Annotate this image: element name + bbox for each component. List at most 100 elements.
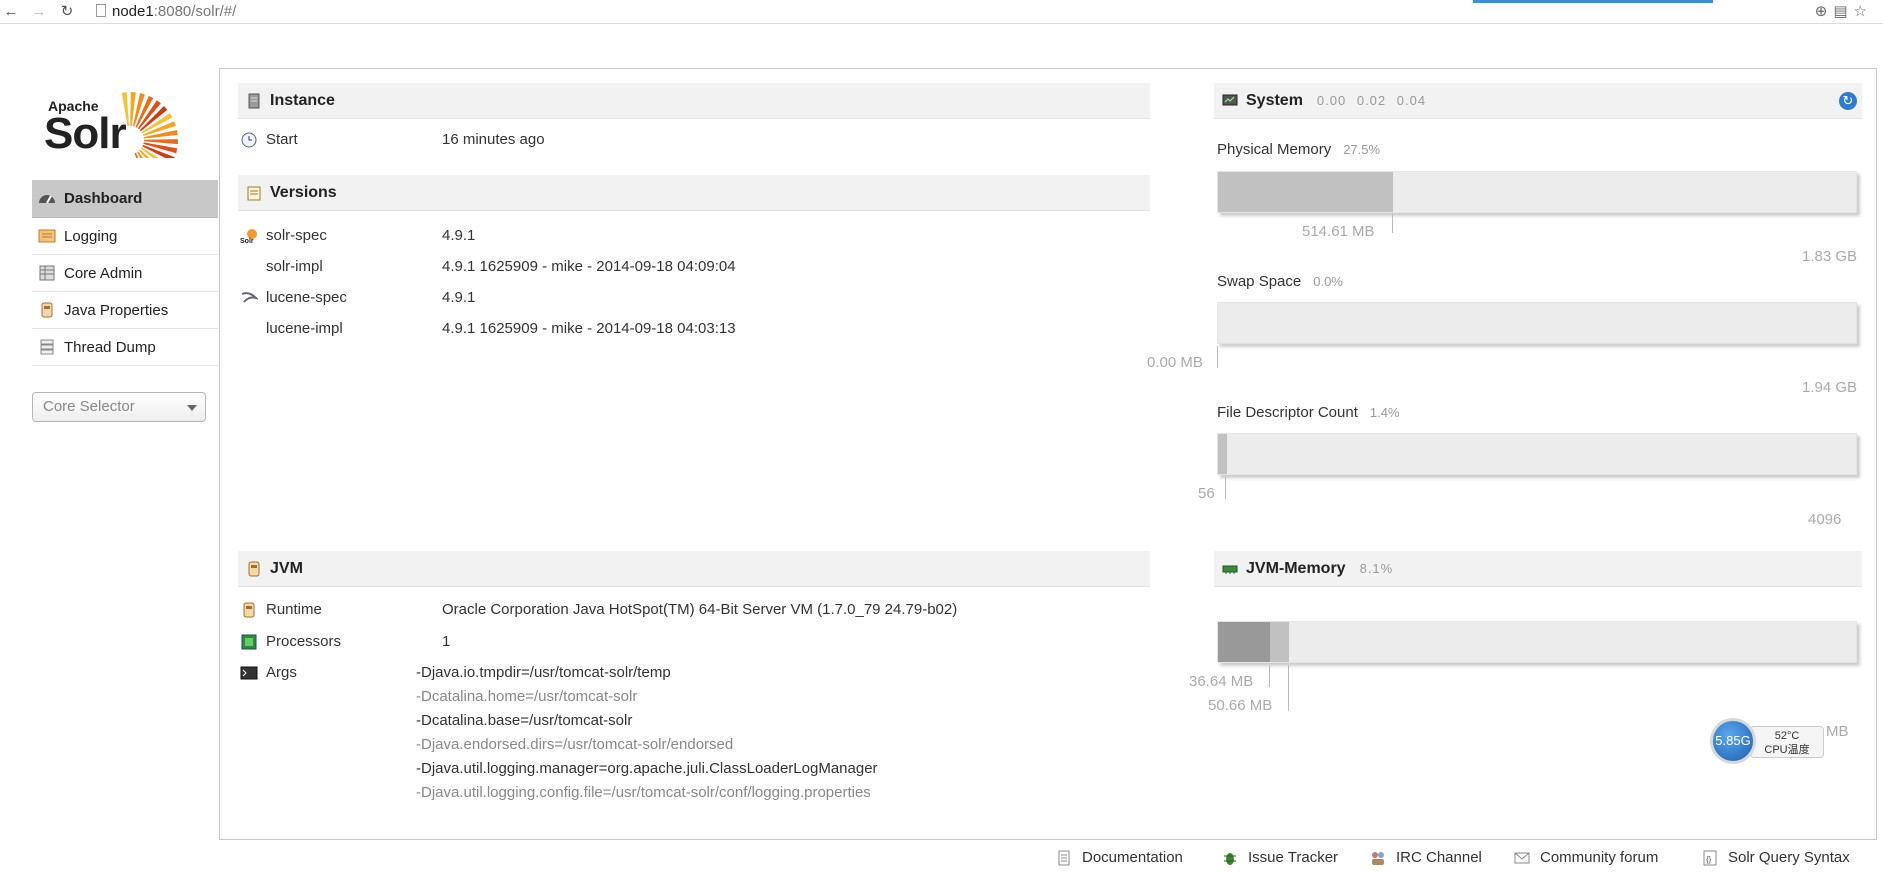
sidebar-item-thread-dump[interactable]: Thread Dump: [32, 329, 218, 366]
forward-icon[interactable]: →: [30, 2, 48, 22]
swap-total: 1.94 GB: [1802, 379, 1858, 396]
processors-label: Processors: [266, 633, 342, 650]
jvm-arg: -Djava.util.logging.manager=org.apache.j…: [416, 760, 878, 777]
file-descriptor-fill: [1218, 434, 1227, 474]
footer-link-label: Issue Tracker: [1248, 849, 1339, 866]
footer-link-label: Solr Query Syntax: [1728, 849, 1850, 866]
star-icon[interactable]: ☆: [1854, 3, 1873, 20]
jvm-arg: -Djava.endorsed.dirs=/usr/tomcat-solr/en…: [416, 736, 734, 753]
swap-used: 0.00 MB: [1147, 354, 1203, 371]
swap-label: Swap Space: [1217, 273, 1302, 290]
jvm-arg: -Djava.util.logging.config.file=/usr/tom…: [416, 784, 871, 801]
sidebar: Dashboard Logging Core Admin Java Proper…: [32, 180, 218, 366]
sun-icon: [121, 92, 178, 158]
cpu-frequency: 5.85G: [1710, 718, 1756, 764]
mail-icon: [1514, 852, 1530, 864]
refresh-icon[interactable]: ↻: [1839, 92, 1857, 110]
bug-icon: [1224, 853, 1236, 865]
swap-tick: [1217, 346, 1218, 368]
cpu-temp-label: CPU温度: [1764, 744, 1810, 756]
system-header: System 0.00 0.02 0.04: [1214, 83, 1862, 119]
solr-icon: Solr: [240, 229, 257, 244]
system-title: System: [1246, 92, 1303, 109]
sidebar-item-java-properties[interactable]: Java Properties: [32, 292, 218, 329]
core-selector-dropdown[interactable]: Core Selector: [32, 392, 206, 422]
footer-link-issue-tracker[interactable]: Issue Tracker: [1222, 846, 1338, 870]
physical-memory-total: 1.83 GB: [1802, 248, 1858, 265]
sidebar-item-core-admin[interactable]: Core Admin: [32, 255, 218, 292]
address-bar[interactable]: node1:8080/solr/#/: [96, 2, 236, 22]
jvm-memory-title: JVM-Memory: [1246, 560, 1346, 577]
browser-actions[interactable]: ⊕▤☆: [1815, 2, 1873, 20]
physical-memory-pct: 27.5%: [1343, 142, 1381, 157]
physical-memory-bar: [1217, 171, 1857, 213]
jvm-memory-committed: 50.66 MB: [1208, 697, 1273, 714]
dashboard-panel: Instance Start 16 minutes ago Versions S…: [219, 68, 1877, 840]
solr-logo[interactable]: Apache Solr: [44, 76, 204, 158]
java-properties-icon: [41, 302, 53, 318]
thread-dump-icon: [40, 339, 54, 355]
physical-memory-title: Physical Memory 27.5%: [1217, 141, 1380, 158]
file-descriptor-tick: [1225, 477, 1226, 499]
processors-value: 1: [442, 633, 451, 650]
instance-header: Instance: [238, 83, 1150, 119]
physical-memory-label: Physical Memory: [1217, 141, 1332, 158]
zoom-icon[interactable]: ⊕: [1815, 3, 1834, 20]
reload-icon[interactable]: ↻: [58, 2, 76, 22]
jvm-memory-total: MB: [1826, 723, 1849, 740]
sun-ray: [143, 130, 178, 139]
versions-icon: [247, 186, 261, 201]
system-load-average: 0.00 0.02 0.04: [1316, 93, 1427, 108]
browser-toolbar: ← → ↻ node1:8080/solr/#/ ⊕▤☆: [0, 0, 1883, 24]
irc-icon: [1372, 852, 1384, 865]
lucene-icon: [241, 292, 258, 303]
query-syntax-icon: {}: [1703, 850, 1717, 866]
swap-bar: [1217, 302, 1857, 344]
jvm-memory-header: JVM-Memory 8.1%: [1214, 551, 1862, 587]
file-descriptor-total: 4096: [1808, 511, 1842, 528]
footer-link-irc-channel[interactable]: IRC Channel: [1370, 846, 1482, 870]
physical-memory-used: 514.61 MB: [1302, 223, 1375, 240]
file-descriptor-pct: 1.4%: [1369, 405, 1400, 420]
jvm-arg: -Djava.io.tmpdir=/usr/tomcat-solr/temp: [416, 664, 671, 681]
tab-accent: [1473, 0, 1713, 3]
jvm-memory-bar: [1217, 621, 1857, 663]
jvm-arg: -Dcatalina.home=/usr/tomcat-solr: [416, 688, 638, 705]
footer-link-documentation[interactable]: Documentation: [1056, 846, 1183, 870]
url-host: node1: [112, 3, 154, 20]
core-selector-placeholder: Core Selector: [43, 398, 135, 415]
cpu-temp: 52°C: [1774, 730, 1800, 742]
versions-title: Versions: [270, 184, 337, 201]
start-label: Start: [266, 131, 298, 148]
jvm-title: JVM: [270, 560, 303, 577]
swap-pct: 0.0%: [1313, 274, 1343, 289]
jvm-memory-used: 36.64 MB: [1189, 673, 1254, 690]
memory-icon: [1222, 565, 1238, 574]
instance-title: Instance: [270, 92, 335, 109]
cpu-temp-pill: 52°C CPU温度: [1750, 726, 1824, 758]
args-label: Args: [266, 664, 297, 681]
chevron-down-icon: [187, 405, 197, 411]
page-action-icon[interactable]: ▤: [1833, 3, 1853, 20]
version-label: lucene-impl: [266, 320, 343, 337]
sidebar-item-logging[interactable]: Logging: [32, 218, 218, 255]
footer-link-label: IRC Channel: [1396, 849, 1482, 866]
jvm-memory-used-tick: [1269, 665, 1270, 687]
sun-ray: [121, 92, 130, 127]
sidebar-item-label: Logging: [64, 228, 118, 245]
java-icon: [248, 561, 260, 577]
documentation-icon: [1058, 850, 1070, 866]
version-label: lucene-spec: [266, 289, 347, 306]
footer-link-community-forum[interactable]: Community forum: [1514, 846, 1658, 870]
file-descriptor-title: File Descriptor Count 1.4%: [1217, 404, 1400, 421]
sidebar-item-dashboard[interactable]: Dashboard: [32, 180, 218, 218]
cpu-temperature-widget[interactable]: 52°C CPU温度 5.85G: [1710, 718, 1826, 764]
terminal-icon: [240, 666, 258, 680]
file-descriptor-used: 56: [1198, 485, 1215, 502]
dashboard-icon: [39, 195, 55, 204]
jvm-memory-pct: 8.1%: [1359, 561, 1394, 576]
runtime-icon: [243, 602, 255, 618]
footer-link-solr-query-syntax[interactable]: {} Solr Query Syntax: [1702, 846, 1850, 870]
back-icon[interactable]: ←: [2, 2, 20, 22]
core-admin-icon: [39, 265, 55, 281]
